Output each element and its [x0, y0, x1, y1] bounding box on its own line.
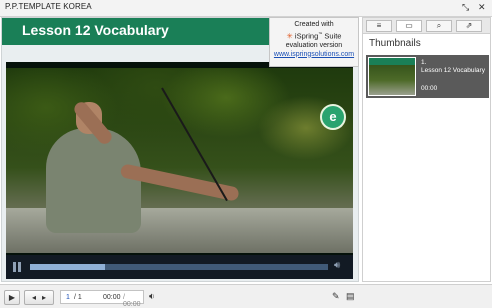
thumbnail-image [368, 57, 416, 96]
slide-counter: 1 / 1 00:00 / 00:00 [60, 290, 144, 308]
prev-slide-icon[interactable]: ◂ [32, 293, 36, 302]
play-icon[interactable]: ▶ [4, 290, 20, 305]
thumbnail-duration: 00:00 [421, 85, 438, 92]
time-current: 00:00 [103, 294, 121, 301]
thumbnails-icon[interactable]: ▭ [396, 20, 422, 32]
player-controls: ▶ ◂ ▸ 1 / 1 00:00 / 00:00 🔉︎ ✎ ▤ [0, 284, 492, 308]
watermark-line3: evaluation version [285, 41, 343, 49]
video-seek-bar[interactable] [30, 264, 328, 270]
slide-current[interactable]: 1 [66, 294, 70, 301]
thumbnail-label: Lesson 12 Vocabulary [421, 67, 485, 74]
thumbnail-number: 1. [421, 59, 427, 66]
next-slide-icon[interactable]: ▸ [42, 293, 46, 302]
pen-icon[interactable]: ✎ [332, 291, 340, 302]
video-player[interactable]: e 🔊︎ [6, 62, 353, 279]
volume-icon[interactable]: 🔉︎ [149, 291, 155, 302]
sidebar-title: Thumbnails [369, 38, 421, 49]
volume-icon[interactable]: 🔊︎ [334, 260, 340, 272]
slide-title: Lesson 12 Vocabulary [22, 22, 169, 38]
video-frame: e [6, 68, 353, 253]
watermark-line1: Created with [294, 21, 334, 28]
ispring-logo-icon: ✳ [286, 31, 293, 41]
video-seek-fill [30, 264, 105, 270]
sidebar-panel: ≡ ▭ ⌕ ⇗ Thumbnails 1. Lesson 12 Vocabula… [362, 17, 491, 282]
person-shape [46, 128, 141, 233]
watermark-link[interactable]: www.ispringsolutions.com [270, 50, 358, 59]
video-controls: 🔊︎ [6, 255, 353, 279]
title-bar: P.P.TEMPLATE KOREA ⤡ ✕ [0, 0, 492, 17]
search-icon[interactable]: ⌕ [426, 20, 452, 32]
slide-total: / 1 [74, 294, 82, 301]
watermark-brand: ✳ iSpring™ Suite [286, 31, 342, 41]
sidebar-tabs: ≡ ▭ ⌕ ⇗ [363, 18, 490, 34]
notes-icon[interactable]: ⇗ [456, 20, 482, 32]
outline-icon[interactable]: ≡ [366, 20, 392, 32]
thumbnail-item[interactable]: 1. Lesson 12 Vocabulary 00:00 [366, 55, 489, 98]
slide-nav-buttons: ◂ ▸ [24, 290, 54, 305]
pause-icon[interactable] [12, 262, 22, 272]
watermark-box: Created with ✳ iSpring™ Suite evaluation… [269, 17, 359, 67]
close-icon[interactable]: ✕ [478, 2, 486, 13]
expand-icon[interactable]: ⤡ [462, 2, 469, 13]
time-total: / 00:00 [123, 294, 141, 308]
window-title: P.P.TEMPLATE KOREA [5, 2, 92, 11]
layout-icon[interactable]: ▤ [346, 291, 355, 302]
channel-logo-icon: e [320, 104, 346, 130]
